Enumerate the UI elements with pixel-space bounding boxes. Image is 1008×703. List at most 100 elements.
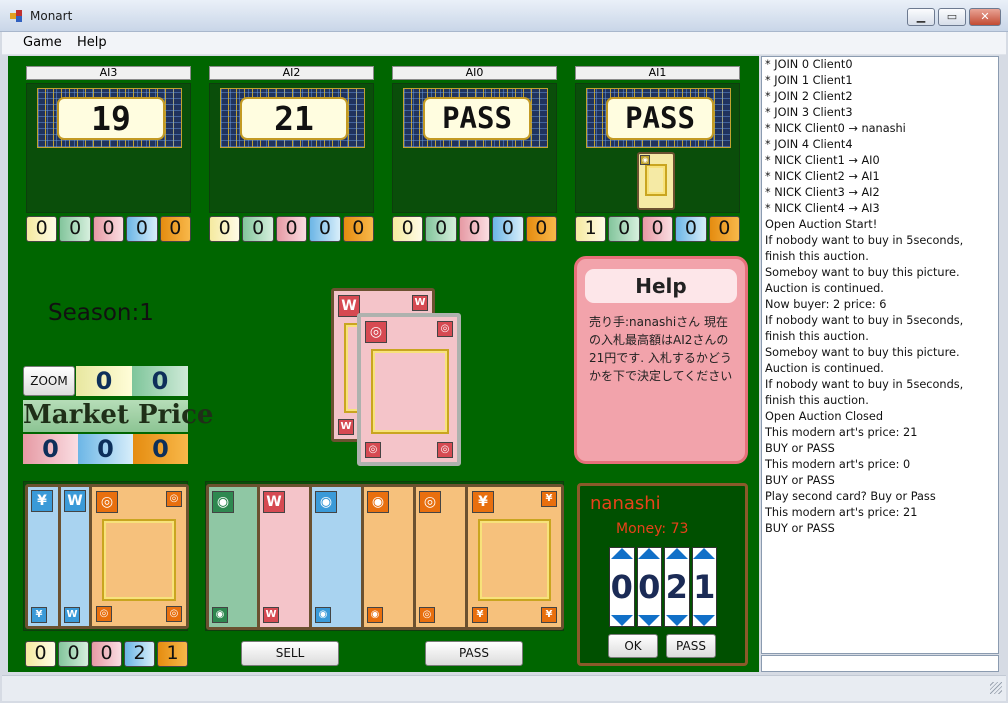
ring-icon: ◎ xyxy=(365,321,387,343)
player-area: PASS ◉ xyxy=(575,83,740,213)
season-label: Season:1 xyxy=(48,300,154,326)
w-icon: W xyxy=(64,607,80,623)
help-title: Help xyxy=(585,269,737,303)
player-name: AI0 xyxy=(392,66,557,80)
increase-arrow-icon[interactable] xyxy=(610,548,633,559)
won-painting-card: ◉ xyxy=(637,152,675,210)
status-bar xyxy=(2,675,1006,701)
hand-card-pink[interactable]: W W xyxy=(257,484,315,630)
w-icon: W xyxy=(64,490,86,512)
counter-row: 1 0 0 0 0 xyxy=(575,216,741,242)
increase-arrow-icon[interactable] xyxy=(665,548,688,559)
menu-help[interactable]: Help xyxy=(71,35,113,50)
ring-icon: ◎ xyxy=(437,442,453,458)
ring-icon: ◎ xyxy=(96,491,118,513)
eye-icon: ◉ xyxy=(640,155,650,165)
increase-arrow-icon[interactable] xyxy=(638,548,661,559)
hand-card-orange[interactable]: ¥ ¥ ¥ ¥ xyxy=(465,484,564,630)
bid-dial: 0 0 2 1 xyxy=(609,547,717,627)
increase-arrow-icon[interactable] xyxy=(693,548,716,559)
zoom-counters: 0 0 xyxy=(76,366,188,396)
log-line: This modern art's price: 21 xyxy=(765,506,918,519)
log-line: BUY or PASS xyxy=(765,442,835,455)
digit-dial: 1 xyxy=(691,547,717,627)
zoom-counter: 0 xyxy=(76,366,132,396)
log-line: * JOIN 1 Client1 xyxy=(765,74,853,87)
menu-bar: Game Help xyxy=(2,32,1006,55)
bid-display: PASS xyxy=(423,97,531,140)
green-counter: 0 xyxy=(608,216,640,242)
log-line: BUY or PASS xyxy=(765,522,835,535)
player-panel-ai3: AI3 19 0 0 0 0 0 xyxy=(26,66,192,242)
player-panel-ai2: AI2 21 0 0 0 0 0 xyxy=(209,66,375,242)
pink-counter: 0 xyxy=(458,216,491,242)
my-money: Money: 73 xyxy=(616,521,689,537)
log-line: * NICK Client3 → AI2 xyxy=(765,186,880,199)
chat-input[interactable] xyxy=(761,655,999,672)
player-area: 21 xyxy=(209,83,374,213)
player-name: AI2 xyxy=(209,66,374,80)
player-name: AI3 xyxy=(26,66,191,80)
ring-icon: ◎ xyxy=(166,606,182,622)
yen-icon: ¥ xyxy=(472,607,488,623)
hand-card-orange[interactable]: ◎ ◎ xyxy=(413,484,471,630)
bid-display: PASS xyxy=(606,97,714,140)
decrease-arrow-icon[interactable] xyxy=(665,615,688,626)
pass-button[interactable]: PASS xyxy=(425,641,523,666)
digit: 0 xyxy=(610,568,633,606)
log-line: * JOIN 3 Client3 xyxy=(765,106,853,119)
yellow-counter: 0 xyxy=(392,216,424,242)
close-button[interactable]: ✕ xyxy=(969,8,1001,26)
eye-icon: ◉ xyxy=(367,491,389,513)
zoom-button[interactable]: ZOOM xyxy=(23,366,75,396)
ring-icon: ◎ xyxy=(96,606,112,622)
log-panel[interactable]: * JOIN 0 Client0 * JOIN 1 Client1 * JOIN… xyxy=(761,56,999,654)
minimize-button[interactable]: ▁ xyxy=(907,8,935,26)
decrease-arrow-icon[interactable] xyxy=(693,615,716,626)
w-icon: W xyxy=(263,607,279,623)
blue-counter: 0 xyxy=(126,216,158,242)
market-counter: 0 xyxy=(23,434,78,464)
my-bid-panel: nanashi Money: 73 0 0 2 1 OK PASS xyxy=(577,483,748,666)
ring-icon: ◎ xyxy=(437,321,453,337)
w-icon: W xyxy=(412,295,428,311)
pink-counter: 0 xyxy=(92,216,125,242)
w-icon: W xyxy=(263,491,285,513)
log-line: BUY or PASS xyxy=(765,474,835,487)
player-panel-ai1: AI1 PASS ◉ 1 0 0 0 0 xyxy=(575,66,741,242)
sell-button[interactable]: SELL xyxy=(241,641,339,666)
green-counter: 0 xyxy=(425,216,457,242)
counter-row: 0 0 0 0 0 xyxy=(26,216,192,242)
digit: 0 xyxy=(638,568,661,606)
digit-dial: 2 xyxy=(664,547,690,627)
orange-counter: 0 xyxy=(159,216,192,242)
hand-card-blue[interactable]: ◉ ◉ xyxy=(309,484,367,630)
orange-counter: 1 xyxy=(157,641,188,667)
log-line: Now buyer: 2 price: 6 xyxy=(765,298,887,311)
decrease-arrow-icon[interactable] xyxy=(610,615,633,626)
log-line: * NICK Client1 → AI0 xyxy=(765,154,880,167)
ring-icon: ◎ xyxy=(419,607,435,623)
my-collected-card-orange: ◎ ◎ ◎ ◎ xyxy=(89,484,189,629)
hand-card-orange[interactable]: ◉ ◉ xyxy=(361,484,419,630)
pink-counter: 0 xyxy=(641,216,674,242)
maximize-button[interactable]: ▭ xyxy=(938,8,966,26)
market-counters: 0 0 0 xyxy=(23,434,188,464)
resize-grip-icon[interactable] xyxy=(990,682,1002,694)
my-name: nanashi xyxy=(590,493,661,514)
yen-icon: ¥ xyxy=(472,491,494,513)
help-text: 売り手:nanashiさん 現在の入札最高額はAI2さんの21円です. 入札する… xyxy=(589,315,733,383)
log-line: Open Auction Closed xyxy=(765,410,884,423)
ok-button[interactable]: OK xyxy=(608,634,658,658)
decrease-arrow-icon[interactable] xyxy=(638,615,661,626)
orange-counter: 0 xyxy=(525,216,558,242)
yellow-counter: 0 xyxy=(209,216,241,242)
log-line: * JOIN 2 Client2 xyxy=(765,90,853,103)
game-board: AI3 19 0 0 0 0 0 AI2 21 0 0 0 0 0 AI0 PA… xyxy=(8,56,759,672)
market-price-title: Market Price xyxy=(23,400,214,432)
bid-pass-button[interactable]: PASS xyxy=(666,634,716,658)
counter-row: 0 0 0 0 0 xyxy=(209,216,375,242)
eye-icon: ◉ xyxy=(315,491,337,513)
menu-game[interactable]: Game xyxy=(17,35,68,50)
hand-card-green[interactable]: ◉ ◉ xyxy=(206,484,264,630)
